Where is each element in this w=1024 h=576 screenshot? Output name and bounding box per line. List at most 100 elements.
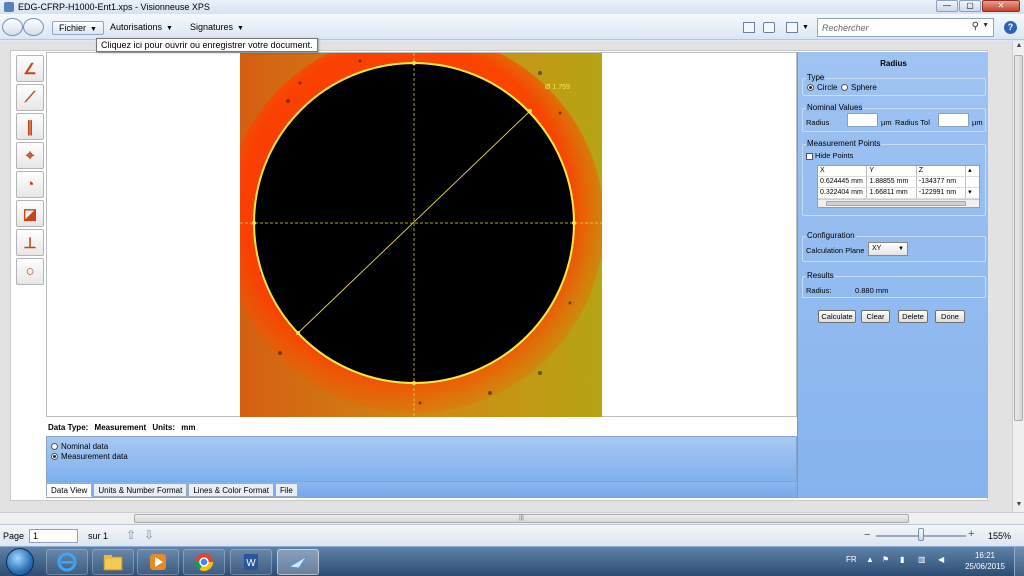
zoom-slider-thumb[interactable] — [918, 528, 924, 541]
tab-file[interactable]: File — [274, 483, 298, 497]
volume-icon[interactable]: ◀ — [938, 555, 944, 564]
header-z: Z — [916, 166, 967, 177]
perpendicular-tool-icon[interactable]: ⊥ — [16, 229, 44, 256]
center-tool-icon[interactable]: ⌖ — [16, 142, 44, 169]
calculate-button[interactable]: Calculate — [818, 310, 856, 323]
radius-tol-unit: µm — [972, 118, 983, 127]
cell-y: 1.88855 mm — [867, 177, 917, 188]
measurement-points-label: Measurement Points — [806, 139, 882, 148]
circle-radio[interactable] — [807, 84, 814, 91]
angle-tool-icon[interactable]: ∠ — [16, 55, 44, 82]
word-icon[interactable]: W — [230, 549, 272, 575]
media-player-icon[interactable] — [137, 549, 179, 575]
radius-tool-icon[interactable]: ○ — [16, 258, 44, 285]
radius-input[interactable] — [847, 113, 878, 127]
horizontal-scroll-thumb[interactable]: ||| — [134, 514, 909, 523]
close-button[interactable]: ✕ — [982, 0, 1020, 12]
tray-expand-icon[interactable]: ▲ — [866, 555, 874, 564]
measurement-data-option[interactable]: Measurement data — [51, 452, 128, 461]
next-page-icon[interactable]: ⇩ — [144, 528, 154, 542]
tab-data-view[interactable]: Data View — [46, 483, 93, 497]
outline-icon[interactable] — [743, 22, 755, 33]
sphere-label: Sphere — [851, 83, 877, 92]
vertical-scroll-thumb[interactable] — [1014, 55, 1023, 421]
menu-signatures-label: Signatures — [190, 22, 234, 32]
radius-panel: Radius Type Circle Sphere Nominal Values… — [797, 52, 988, 498]
nav-buttons — [2, 18, 44, 36]
measurement-data-radio[interactable] — [51, 453, 58, 460]
power-icon[interactable]: ▮ — [900, 555, 904, 564]
menu-autorisations[interactable]: Autorisations ▼ — [106, 21, 177, 35]
scroll-down-icon[interactable]: ▼ — [1014, 501, 1024, 511]
horizontal-scrollbar[interactable]: ||| — [0, 512, 1024, 524]
chevron-down-icon[interactable]: ▼ — [982, 22, 989, 29]
zoom-icon[interactable] — [786, 22, 798, 33]
delete-button[interactable]: Delete — [898, 310, 928, 323]
radius-tol-label: Radius Tol — [895, 118, 930, 127]
forward-button[interactable] — [23, 18, 44, 36]
show-desktop-button[interactable] — [1014, 547, 1024, 576]
search-icon[interactable]: ⚲ — [972, 21, 979, 32]
page-number-input[interactable]: 1 — [29, 529, 78, 543]
search-box[interactable]: Rechercher ⚲ ▼ — [817, 18, 994, 37]
table-scroll-up-icon[interactable]: ▴ — [966, 166, 979, 177]
circle-option[interactable]: Circle — [807, 83, 837, 92]
previous-page-icon[interactable]: ⇧ — [126, 528, 136, 542]
menu-fichier[interactable]: Fichier ▼ — [52, 21, 104, 35]
radius-tol-input[interactable] — [938, 113, 969, 127]
network-icon[interactable]: ▥ — [918, 555, 926, 564]
windows-taskbar: W FR ▲ ⚑ ▮ ▥ ◀ 16:21 25/06/2015 — [0, 546, 1024, 576]
distance-tool-icon[interactable]: ⟋ — [16, 84, 44, 111]
xps-viewer-taskbar-icon[interactable] — [277, 549, 319, 575]
measurement-points-table[interactable]: X Y Z ▴ 0.624445 mm 1.88855 mm -134377 n… — [817, 165, 980, 208]
title-bar: EDG-CFRP-H1000-Ent1.xps - Visionneuse XP… — [0, 0, 1024, 14]
table-row[interactable]: 0.322404 mm 1.66811 mm -122991 nm ▾ — [818, 188, 979, 199]
sphere-radio[interactable] — [841, 84, 848, 91]
print-icon[interactable] — [763, 22, 775, 33]
table-scroll-track[interactable] — [966, 177, 979, 188]
start-button[interactable] — [6, 548, 34, 576]
done-button[interactable]: Done — [935, 310, 965, 323]
gauge-tool-icon[interactable]: ◔ — [16, 171, 44, 198]
menu-signatures[interactable]: Signatures ▼ — [186, 21, 248, 35]
result-radius-label: Radius: — [806, 286, 832, 295]
search-input[interactable]: Rechercher — [822, 23, 869, 33]
table-scroll-down-icon[interactable]: ▾ — [966, 188, 979, 199]
minimize-button[interactable]: — — [936, 0, 958, 12]
chevron-down-icon[interactable]: ▼ — [802, 24, 809, 31]
nominal-data-option[interactable]: Nominal data — [51, 442, 108, 451]
scroll-up-icon[interactable]: ▲ — [1014, 42, 1024, 52]
table-row[interactable]: 0.624445 mm 1.88855 mm -134377 nm — [818, 177, 979, 188]
table-horizontal-scrollbar[interactable] — [818, 199, 979, 207]
hide-points-option[interactable]: Hide Points — [806, 151, 853, 160]
sphere-option[interactable]: Sphere — [841, 83, 877, 92]
calc-plane-select[interactable]: XY ▼ — [868, 242, 908, 256]
area-tool-icon[interactable]: ◪ — [16, 200, 44, 227]
type-group: Type Circle Sphere — [802, 73, 986, 96]
zoom-in-icon[interactable]: + — [968, 528, 974, 540]
vertical-scrollbar[interactable]: ▲ ▼ — [1012, 41, 1024, 512]
file-explorer-icon[interactable] — [92, 549, 134, 575]
parallel-tool-icon[interactable]: ∥ — [16, 113, 44, 140]
page-label: Page — [3, 531, 25, 541]
circle-label: Circle — [817, 83, 838, 92]
measurement-data-label: Measurement data — [61, 452, 128, 461]
table-horizontal-thumb[interactable] — [826, 201, 966, 206]
tab-units-number-format[interactable]: Units & Number Format — [93, 483, 188, 497]
surface-image[interactable]: Ø 1.759 — [240, 53, 602, 417]
zoom-out-icon[interactable]: − — [864, 529, 870, 541]
cell-z: -122991 nm — [916, 188, 967, 199]
back-button[interactable] — [2, 18, 23, 36]
maximize-button[interactable]: ▢ — [959, 0, 981, 12]
language-indicator[interactable]: FR — [846, 555, 857, 564]
chevron-down-icon: ▼ — [898, 246, 904, 252]
tab-lines-color-format[interactable]: Lines & Color Format — [188, 483, 274, 497]
nominal-data-radio[interactable] — [51, 443, 58, 450]
hide-points-checkbox[interactable] — [806, 152, 813, 160]
action-center-icon[interactable]: ⚑ — [882, 555, 889, 564]
internet-explorer-icon[interactable] — [46, 549, 88, 575]
clear-button[interactable]: Clear — [861, 310, 890, 323]
chrome-icon[interactable] — [183, 549, 225, 575]
system-clock[interactable]: 16:21 25/06/2015 — [960, 550, 1010, 572]
help-icon[interactable]: ? — [1004, 21, 1017, 34]
